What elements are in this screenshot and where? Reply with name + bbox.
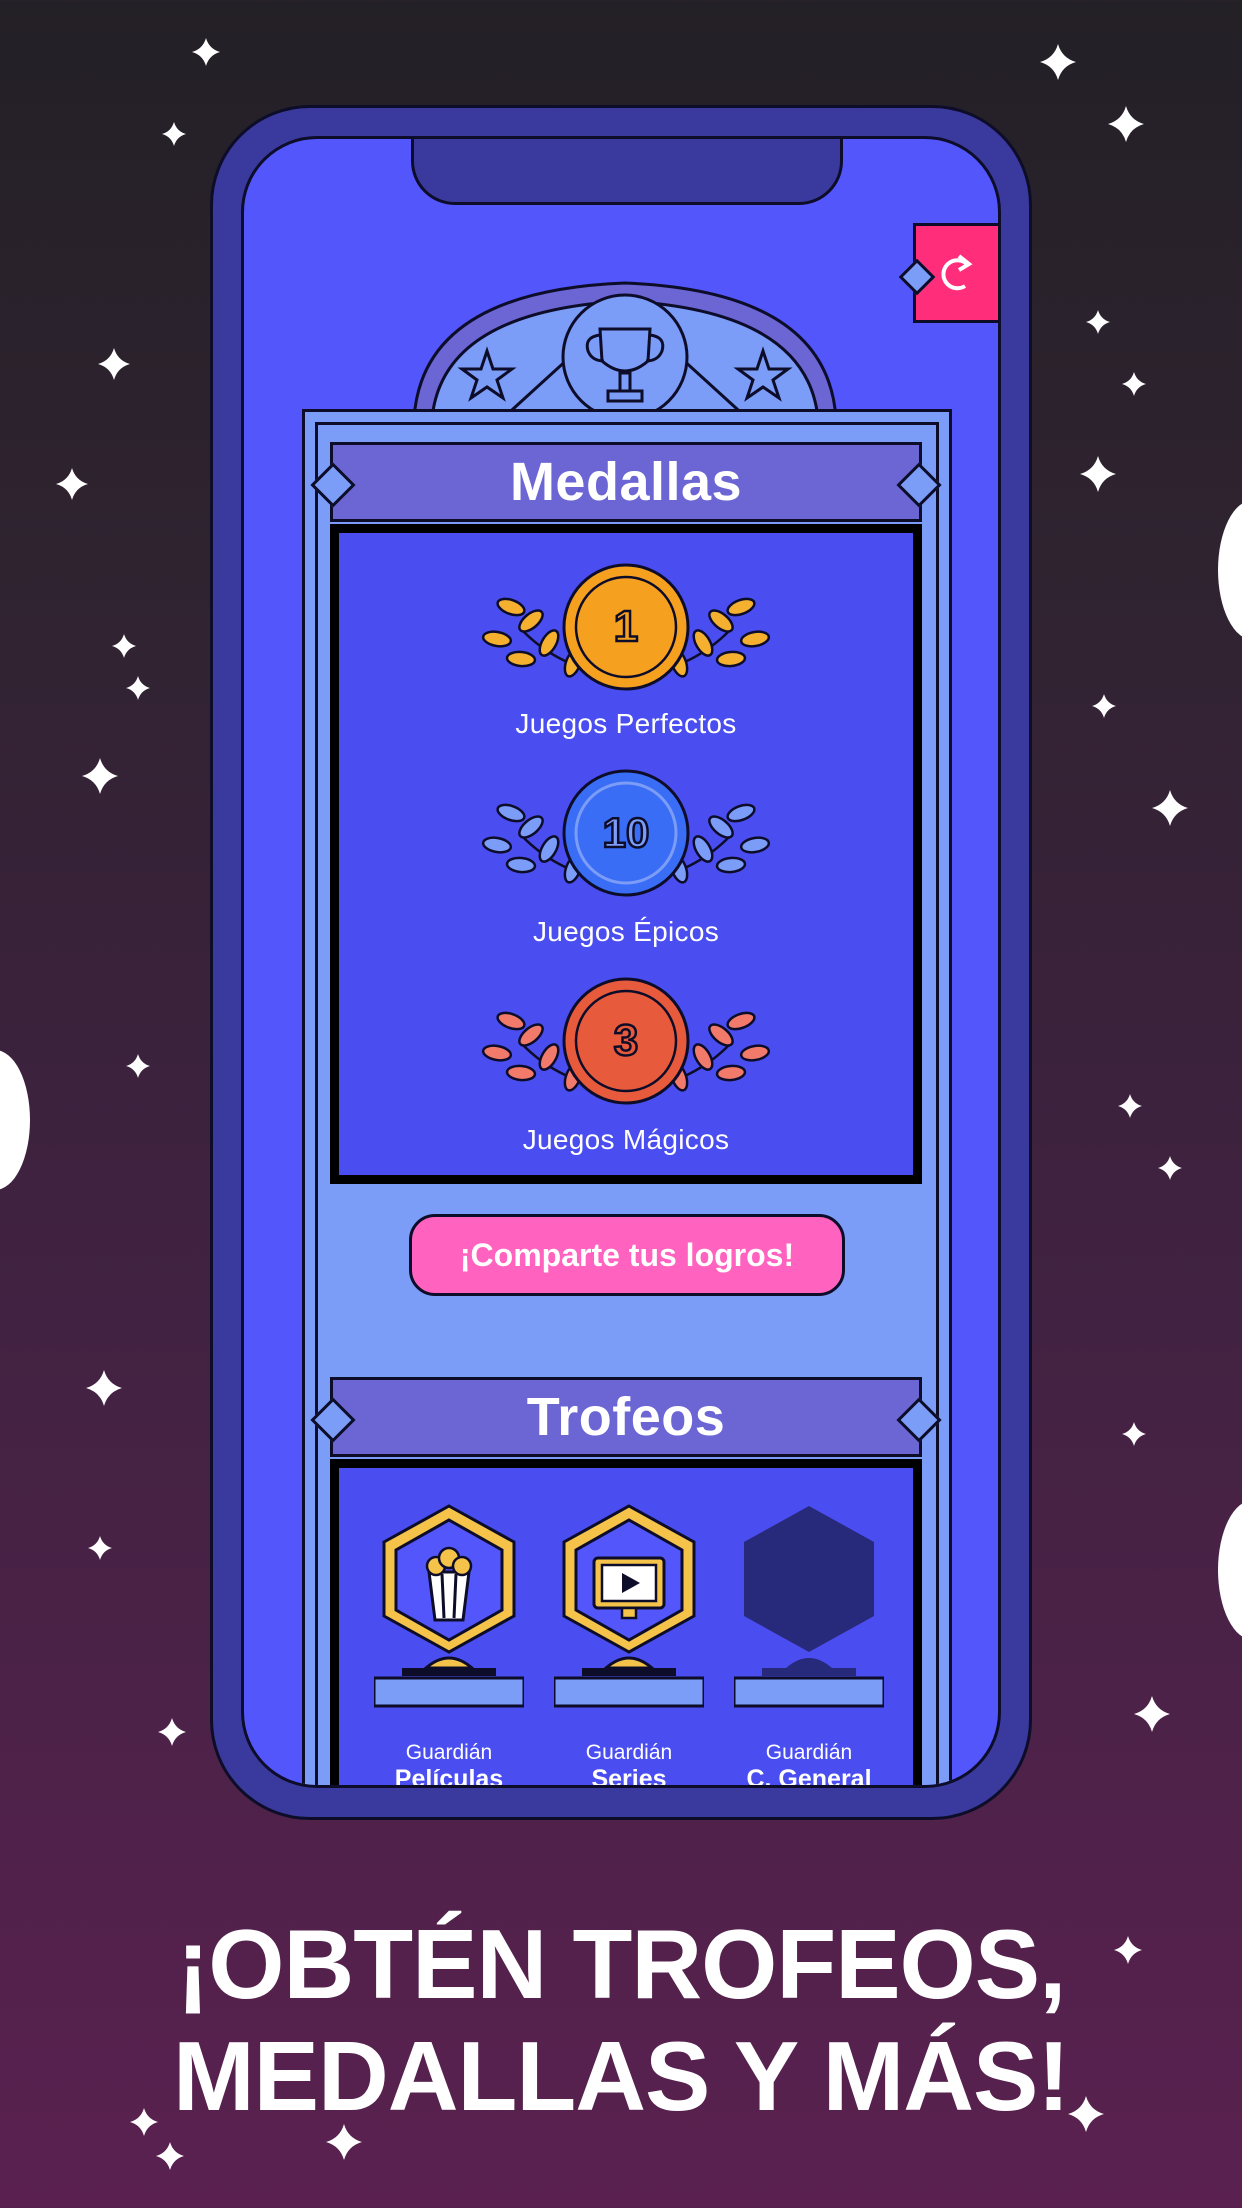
medal-magic-games: 3	[339, 973, 913, 1118]
refresh-icon	[941, 254, 973, 291]
medals-title: Medallas	[509, 452, 743, 512]
sparkle-icon	[158, 1718, 186, 1746]
sparkle-icon	[126, 1054, 150, 1078]
trophy-name: Películas	[394, 1765, 504, 1788]
sparkle-icon	[86, 1370, 122, 1406]
trophy-subtitle: Guardián	[585, 1741, 673, 1764]
promo-line-2: MEDALLAS Y MÁS!	[172, 2021, 1070, 2131]
medal-perfect-games: 1	[339, 559, 913, 704]
trophy-emblem-arch	[412, 281, 838, 421]
promo-line-1: ¡OBTÉN TROFEOS,	[176, 1909, 1067, 2019]
sparkle-icon	[1080, 456, 1116, 492]
sparkle-icon	[56, 468, 88, 500]
trophy-subtitle: Guardián	[765, 1741, 853, 1764]
refresh-button[interactable]	[898, 223, 998, 323]
medal-label: Juegos Mágicos	[522, 1124, 730, 1155]
sparkle-icon	[1118, 1094, 1142, 1118]
sparkle-icon	[1092, 694, 1116, 718]
trophy-general[interactable]: Guardián C. General	[719, 1502, 899, 1788]
sparkle-icon	[1040, 44, 1076, 80]
sparkle-icon	[1152, 790, 1188, 826]
sparkle-icon	[98, 348, 130, 380]
trophies-banner: Trofeos	[310, 1377, 942, 1457]
trophy-name: Series	[591, 1765, 667, 1788]
medal-count: 10	[603, 809, 650, 856]
sparkle-icon	[1134, 1696, 1170, 1732]
sparkle-icon	[156, 2142, 184, 2170]
diamond-ornament	[898, 258, 936, 296]
medals-banner: Medallas	[310, 442, 942, 522]
medal-label: Juegos Perfectos	[515, 708, 737, 739]
sparkle-icon	[192, 38, 220, 66]
sparkle-icon	[88, 1536, 112, 1560]
red-laurel-medal-icon: 3	[481, 977, 771, 1105]
phone-frame: Medallas 1 Juegos Perfectos 10 Juegos Ép…	[210, 105, 1032, 1820]
sparkle-icon	[126, 676, 150, 700]
trophy-subtitle: Guardián	[405, 1741, 493, 1764]
medal-label: Juegos Épicos	[532, 916, 719, 947]
trophy-series[interactable]: Guardián Series	[539, 1502, 719, 1788]
medal-count: 3	[614, 1016, 638, 1065]
sparkle-icon	[1122, 372, 1146, 396]
blue-laurel-medal-icon: 10	[481, 769, 771, 897]
sparkle-icon	[1158, 1156, 1182, 1180]
promo-headline: ¡OBTÉN TROFEOS, MEDALLAS Y MÁS!	[0, 1908, 1242, 2132]
locked-hexagon-icon	[732, 1506, 886, 1708]
medal-epic-games: 10	[339, 765, 913, 910]
popcorn-icon	[372, 1504, 526, 1708]
trophies-title: Trofeos	[526, 1387, 726, 1447]
phone-screen: Medallas 1 Juegos Perfectos 10 Juegos Ép…	[241, 136, 1001, 1788]
trophy-movies[interactable]: Guardián Películas	[359, 1502, 539, 1788]
medal-count: 1	[614, 602, 638, 651]
medals-box: 1 Juegos Perfectos 10 Juegos Épicos 3 Ju…	[330, 524, 922, 1184]
sparkle-icon	[82, 758, 118, 794]
sparkle-icon	[1108, 106, 1144, 142]
sparkle-icon	[162, 122, 186, 146]
trophies-box: Guardián Películas Guardián Series Guard…	[330, 1459, 922, 1788]
sparkle-icon	[1086, 310, 1110, 334]
trophy-name: C. General	[746, 1765, 872, 1788]
phone-notch	[411, 139, 843, 205]
gold-laurel-medal-icon: 1	[481, 563, 771, 691]
tv-play-icon	[552, 1504, 706, 1708]
sparkle-icon	[112, 634, 136, 658]
share-achievements-button[interactable]: ¡Comparte tus logros!	[409, 1214, 845, 1296]
sparkle-icon	[1122, 1422, 1146, 1446]
